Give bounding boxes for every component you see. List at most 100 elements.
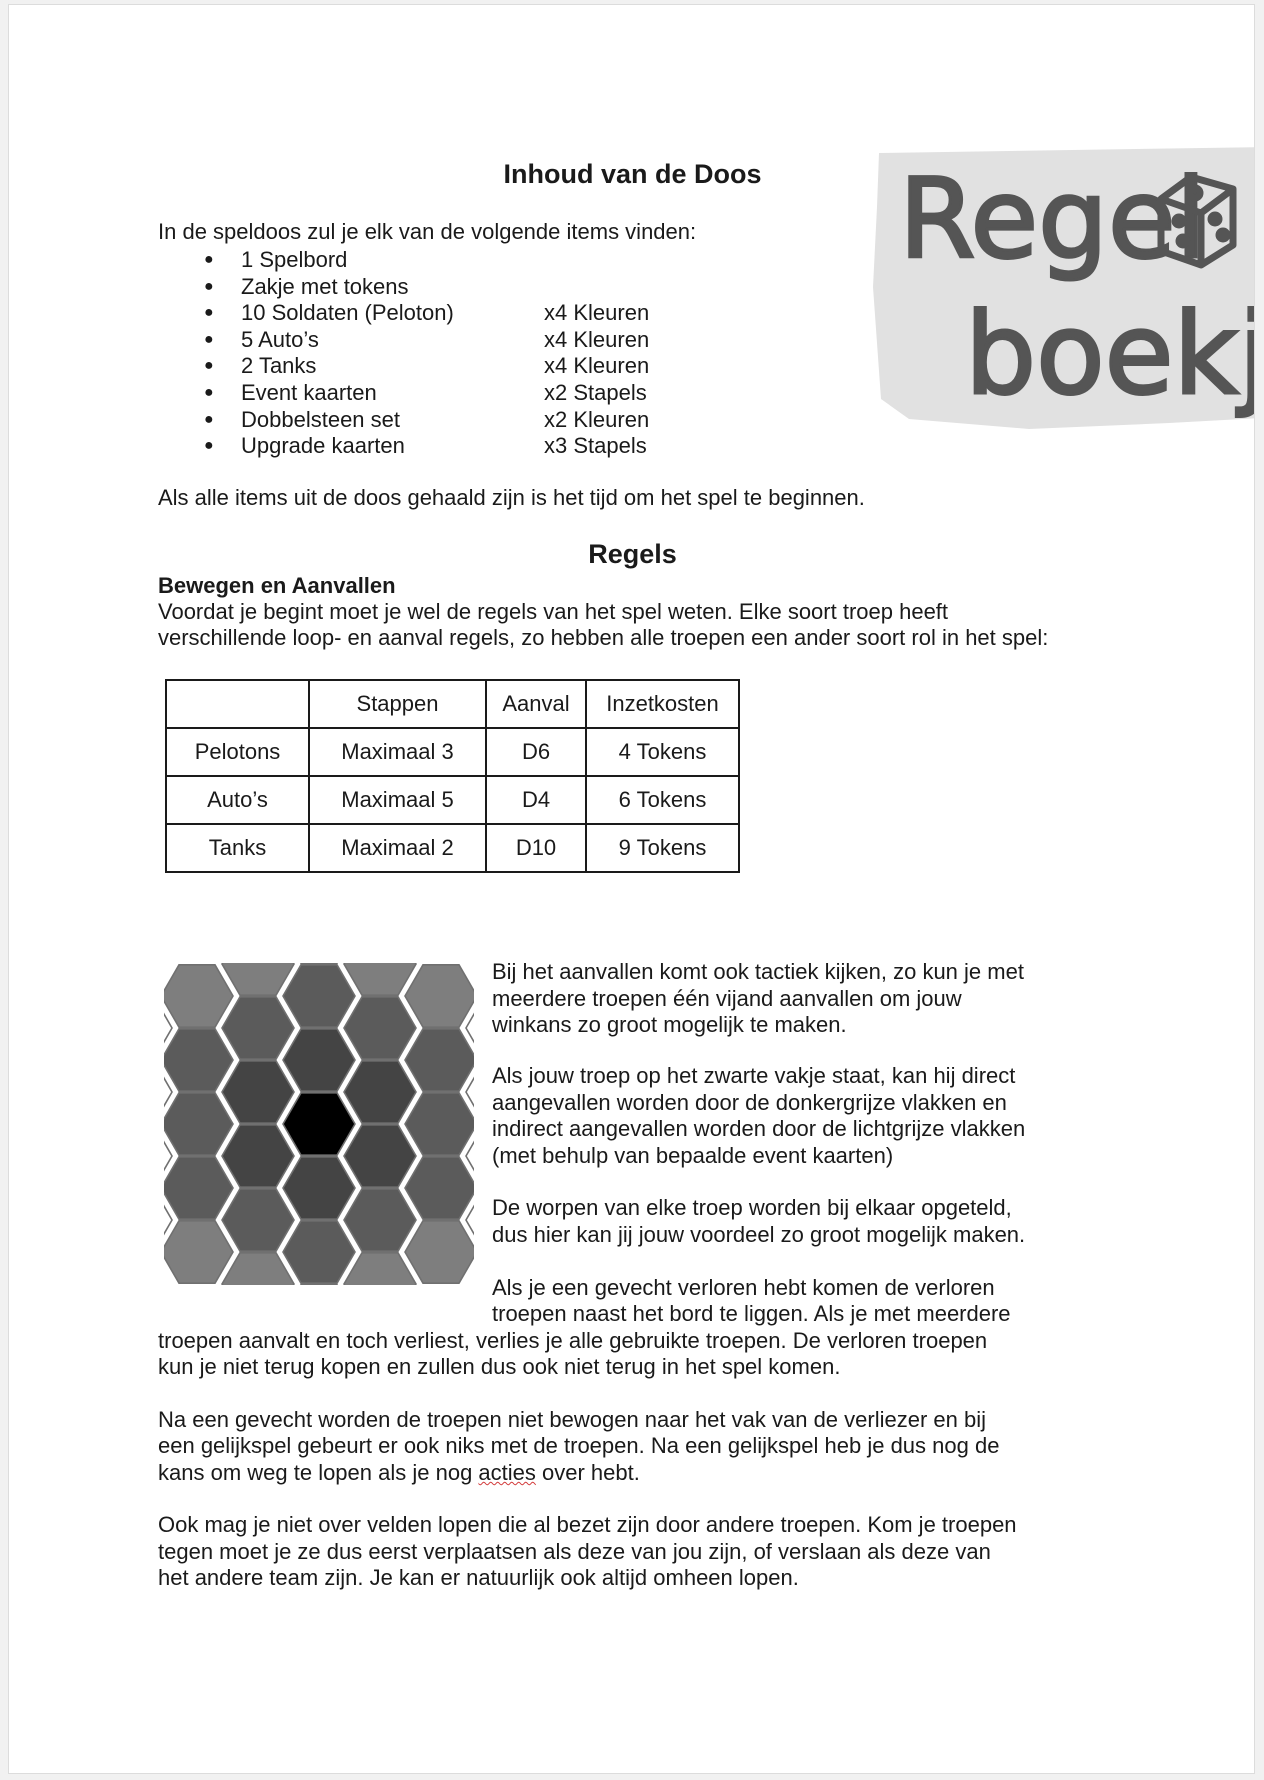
bullet: ● xyxy=(204,330,214,348)
hex-indirect-attack xyxy=(221,963,295,997)
table-header-row: Stappen Aanval Inzetkosten xyxy=(165,679,740,729)
table-row: Pelotons Maximaal 3 D6 4 Tokens xyxy=(165,727,740,777)
table-row: Auto’s Maximaal 5 D4 6 Tokens xyxy=(165,775,740,825)
hex-indirect-attack xyxy=(164,1092,234,1156)
hex-attack-diagram xyxy=(164,963,474,1285)
table-cell: Tanks xyxy=(165,823,310,873)
text-line: Bij het aanvallen komt ook tactiek kijke… xyxy=(492,959,1024,984)
text-segment: over hebt. xyxy=(535,1460,640,1485)
item-name: Event kaarten xyxy=(241,379,377,405)
table-cell: Pelotons xyxy=(165,727,310,777)
item-name: Dobbelsteen set xyxy=(241,406,400,432)
paragraph-tactics: Bij het aanvallen komt ook tactiek kijke… xyxy=(492,959,1024,1039)
hex-indirect-attack xyxy=(282,963,356,1028)
hex-indirect-attack xyxy=(221,1188,295,1253)
hex-indirect-attack xyxy=(404,1156,474,1221)
box-contents-title: Inhoud van de Doos xyxy=(503,159,762,189)
hex-indirect-attack xyxy=(343,963,417,997)
hex-direct-attack xyxy=(282,1156,356,1221)
units-table: Stappen Aanval Inzetkosten Pelotons Maxi… xyxy=(165,679,740,873)
item-qty: x3 Stapels xyxy=(544,433,647,459)
text-line: indirect aangevallen worden door de lich… xyxy=(492,1116,1026,1141)
paragraph-dice-sum: De worpen van elke troep worden bij elka… xyxy=(492,1195,1025,1248)
table-cell: D6 xyxy=(485,727,587,777)
hex-direct-attack xyxy=(221,1124,295,1188)
table-cell: 6 Tokens xyxy=(585,775,740,825)
table-cell: Auto’s xyxy=(165,775,310,825)
text-line: winkans zo groot mogelijk te maken. xyxy=(492,1012,847,1037)
bullet: ● xyxy=(204,437,214,455)
paragraph-attack-range: Als jouw troep op het zwarte vakje staat… xyxy=(492,1063,1025,1169)
bullet: ● xyxy=(204,277,214,295)
item-qty: x4 Kleuren xyxy=(544,300,650,326)
hex-direct-attack xyxy=(282,1028,356,1092)
table-header-cell: Inzetkosten xyxy=(585,679,740,729)
text-line: Als je een gevecht verloren hebt komen d… xyxy=(492,1275,995,1300)
text-segment: kans om weg te lopen als je nog xyxy=(158,1460,479,1485)
bullet: ● xyxy=(204,304,214,322)
text-line: kans om weg te lopen als je nog acties o… xyxy=(158,1460,640,1487)
hex-indirect-attack xyxy=(282,1219,356,1285)
text-line: een gelijkspel gebeurt er ook niks met d… xyxy=(158,1433,1000,1458)
table-cell: Maximaal 5 xyxy=(308,775,487,825)
box-contents-outro: Als alle items uit de doos gehaald zijn … xyxy=(158,485,865,510)
text-line: (met behulp van bepaalde event kaarten) xyxy=(492,1142,894,1168)
table-cell: Maximaal 3 xyxy=(308,727,487,777)
text-line: dus hier kan jij jouw voordeel zo groot … xyxy=(492,1221,1026,1247)
hex-indirect-attack xyxy=(221,995,295,1060)
hex-indirect-attack xyxy=(404,1219,474,1285)
hex-indirect-attack xyxy=(404,1092,474,1156)
item-qty: x4 Kleuren xyxy=(544,353,650,379)
text-line: meerdere troepen één vijand aanvallen om… xyxy=(492,985,962,1011)
rules-intro-line: verschillende loop- en aanval regels, zo… xyxy=(158,625,1049,650)
logo-text-boekje: boekje xyxy=(965,290,1255,420)
text-line: het andere team zijn. Je kan er natuurli… xyxy=(158,1565,799,1590)
bullet: ● xyxy=(204,357,214,375)
table-header-cell: Aanval xyxy=(485,679,587,729)
table-cell: 4 Tokens xyxy=(585,727,740,777)
table-cell: 9 Tokens xyxy=(585,823,740,873)
spellcheck-word: acties xyxy=(478,1460,536,1485)
text-line: troepen aanvalt en toch verliest, verlie… xyxy=(158,1328,988,1353)
hex-indirect-attack xyxy=(164,1028,234,1092)
hex-direct-attack xyxy=(343,1124,417,1188)
bullet: ● xyxy=(204,251,214,268)
hex-indirect-attack xyxy=(164,1219,234,1285)
item-name: Upgrade kaarten xyxy=(241,433,405,459)
item-name: Zakje met tokens xyxy=(241,273,409,299)
box-contents-intro: In de speldoos zul je elk van de volgend… xyxy=(158,219,697,244)
hex-indirect-attack xyxy=(404,963,474,1028)
hex-indirect-attack xyxy=(343,995,417,1060)
rules-title: Regels xyxy=(588,539,677,569)
text-line: Ook mag je niet over velden lopen die al… xyxy=(158,1512,1017,1537)
text-line: Na een gevecht worden de troepen niet be… xyxy=(158,1407,986,1432)
table-header-cell xyxy=(165,679,310,729)
item-name: 5 Auto’s xyxy=(241,326,319,352)
rules-intro-line: Voordat je begint moet je wel de regels … xyxy=(158,599,949,624)
document-page: Regel boekje Inhoud van de Doos In de sp… xyxy=(8,4,1255,1774)
item-qty: x4 Kleuren xyxy=(544,326,650,352)
text-line: Als jouw troep op het zwarte vakje staat… xyxy=(492,1063,1016,1088)
text-line: tegen moet je ze dus eerst verplaatsen a… xyxy=(158,1539,991,1564)
hex-indirect-attack xyxy=(404,1028,474,1092)
table-cell: D4 xyxy=(485,775,587,825)
text-line: troepen naast het bord te liggen. Als je… xyxy=(492,1301,1011,1326)
table-header-cell: Stappen xyxy=(308,679,487,729)
text-line: kun je niet terug kopen en zullen dus oo… xyxy=(158,1354,841,1379)
hex-indirect-attack xyxy=(221,1251,295,1285)
hex-indirect-attack xyxy=(164,1156,234,1221)
bullet: ● xyxy=(204,410,214,428)
hex-direct-attack xyxy=(221,1060,295,1124)
item-name: 2 Tanks xyxy=(241,353,317,379)
hex-indirect-attack xyxy=(343,1251,417,1285)
bullet: ● xyxy=(204,383,214,401)
rules-subtitle: Bewegen en Aanvallen xyxy=(158,573,396,598)
hex-indirect-attack xyxy=(343,1188,417,1253)
item-qty: x2 Stapels xyxy=(544,379,647,405)
hex-indirect-attack xyxy=(164,963,234,1028)
text-line: aangevallen worden door de donkergrijze … xyxy=(492,1089,1007,1115)
text-line: De worpen van elke troep worden bij elka… xyxy=(492,1195,1012,1220)
hex-direct-attack xyxy=(343,1060,417,1124)
table-cell: D10 xyxy=(485,823,587,873)
item-qty: x2 Kleuren xyxy=(544,406,650,432)
